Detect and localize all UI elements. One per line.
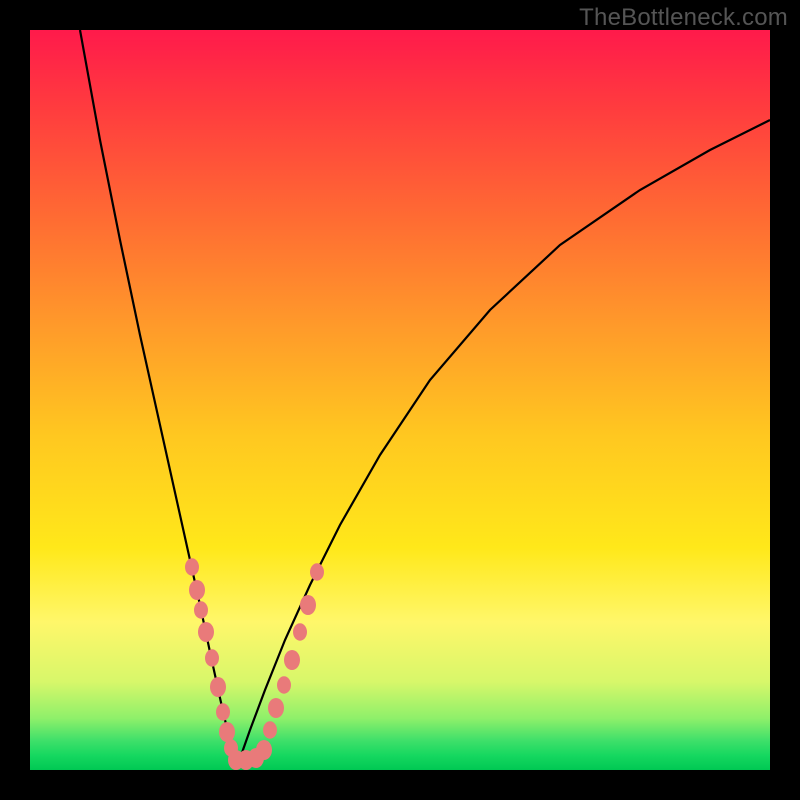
highlighted-markers <box>185 558 324 770</box>
marker-dot <box>277 676 291 694</box>
plot-area <box>30 30 770 770</box>
marker-dot <box>189 580 205 600</box>
marker-dot <box>300 595 316 615</box>
marker-dot <box>219 722 235 742</box>
marker-dot <box>216 703 230 721</box>
marker-dot <box>198 622 214 642</box>
marker-dot <box>185 558 199 576</box>
marker-dot <box>284 650 300 670</box>
curve-right <box>238 120 770 764</box>
marker-dot <box>310 563 324 581</box>
marker-dot <box>263 721 277 739</box>
chart-frame: TheBottleneck.com <box>0 0 800 800</box>
watermark-text: TheBottleneck.com <box>579 4 788 32</box>
marker-dot <box>210 677 226 697</box>
marker-dot <box>268 698 284 718</box>
marker-dot <box>293 623 307 641</box>
marker-dot <box>194 601 208 619</box>
curve-layer <box>30 30 770 770</box>
marker-dot <box>256 740 272 760</box>
marker-dot <box>205 649 219 667</box>
